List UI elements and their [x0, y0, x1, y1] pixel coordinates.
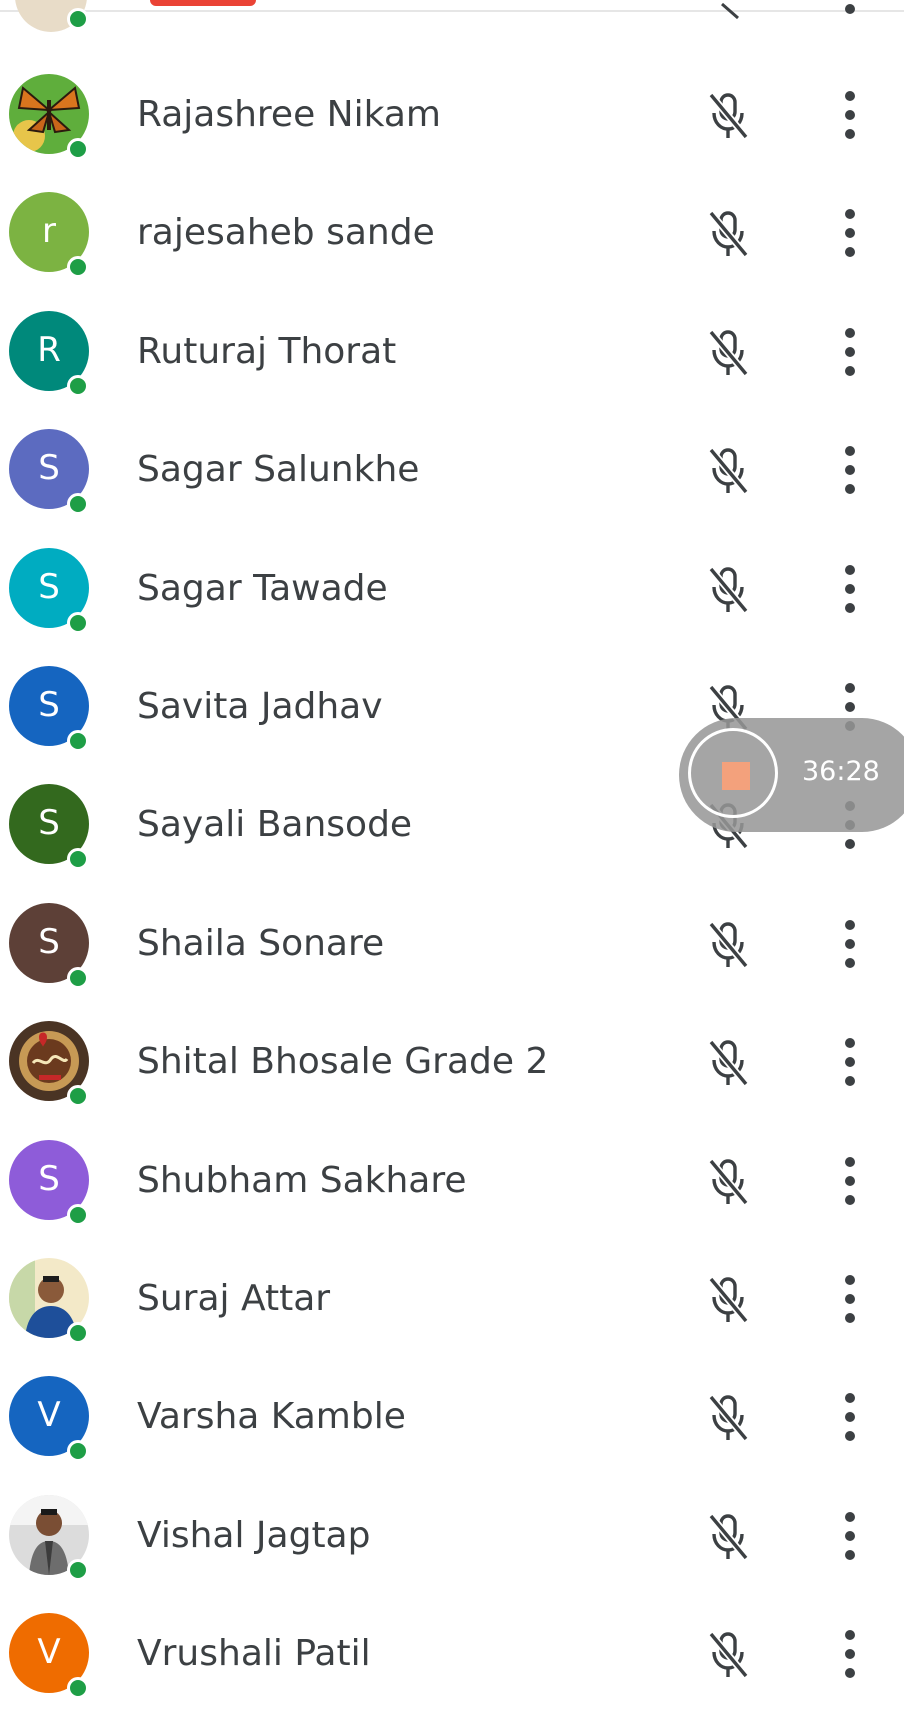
- more-options-icon[interactable]: [832, 1508, 868, 1564]
- more-options-icon[interactable]: [832, 1389, 868, 1445]
- more-options-icon[interactable]: [832, 916, 868, 972]
- mic-off-icon[interactable]: [704, 918, 754, 972]
- online-status-dot: [67, 138, 89, 160]
- participant-name: Shubham Sakhare: [137, 1160, 467, 1201]
- mic-off-icon[interactable]: [704, 1155, 754, 1209]
- participant-row[interactable]: Rajashree Nikam: [0, 55, 904, 173]
- mic-off-icon[interactable]: [704, 1036, 754, 1090]
- participant-row[interactable]: Vishal Jagtap: [0, 1476, 904, 1594]
- online-status-dot: [67, 612, 89, 634]
- participant-name: Shital Bhosale Grade 2: [137, 1041, 549, 1082]
- participant-name: Vrushali Patil: [137, 1633, 371, 1674]
- more-options-icon[interactable]: [832, 87, 868, 143]
- participant-name: Sayali Bansode: [137, 804, 413, 845]
- mic-off-icon[interactable]: [704, 1273, 754, 1327]
- participant-row[interactable]: S Sagar Salunkhe: [0, 410, 904, 528]
- participant-name: Shaila Sonare: [137, 923, 385, 964]
- more-options-icon[interactable]: [832, 1153, 868, 1209]
- mic-off-icon[interactable]: [704, 326, 754, 380]
- online-status-dot: [67, 967, 89, 989]
- online-status-dot: [67, 1677, 89, 1699]
- online-status-dot: [67, 375, 89, 397]
- online-status-dot: [67, 1559, 89, 1581]
- mic-off-icon[interactable]: [704, 1510, 754, 1564]
- recording-timer: 36:28: [802, 756, 880, 787]
- participant-name: Ruturaj Thorat: [137, 331, 397, 372]
- participant-name: Vishal Jagtap: [137, 1515, 371, 1556]
- mic-off-icon[interactable]: [704, 207, 754, 261]
- online-status-dot: [67, 1204, 89, 1226]
- participant-name: Rajashree Nikam: [137, 94, 441, 135]
- more-options-icon[interactable]: [832, 1034, 868, 1090]
- online-status-dot: [67, 1440, 89, 1462]
- mic-off-icon[interactable]: [704, 444, 754, 498]
- participant-name: Suraj Attar: [137, 1278, 331, 1319]
- mic-off-icon[interactable]: [704, 1628, 754, 1682]
- participant-row[interactable]: V Varsha Kamble: [0, 1357, 904, 1475]
- online-status-dot: [67, 848, 89, 870]
- more-options-icon[interactable]: [832, 205, 868, 261]
- stop-icon: [722, 762, 750, 790]
- participant-row[interactable]: Shital Bhosale Grade 2: [0, 1002, 904, 1120]
- recording-indicator[interactable]: 36:28: [679, 718, 904, 832]
- participant-row[interactable]: R Ruturaj Thorat: [0, 292, 904, 410]
- mic-off-icon[interactable]: [704, 1391, 754, 1445]
- participant-row[interactable]: S Sagar Tawade: [0, 529, 904, 647]
- participant-row[interactable]: V Vrushali Patil: [0, 1594, 904, 1712]
- participant-row[interactable]: Suraj Attar: [0, 1239, 904, 1357]
- participant-name: Sagar Salunkhe: [137, 449, 420, 490]
- mic-off-icon[interactable]: [704, 563, 754, 617]
- more-options-icon[interactable]: [832, 324, 868, 380]
- online-status-dot: [67, 1322, 89, 1344]
- online-status-dot: [67, 256, 89, 278]
- participant-row[interactable]: S Shaila Sonare: [0, 884, 904, 1002]
- participant-list: Rajashree Nikam r rajesaheb sande R Ruturaj …: [0, 0, 904, 1699]
- stop-recording-button[interactable]: [688, 728, 778, 818]
- more-options-icon[interactable]: [832, 1271, 868, 1327]
- online-status-dot: [67, 1085, 89, 1107]
- more-options-icon[interactable]: [832, 561, 868, 617]
- mic-off-icon[interactable]: [704, 89, 754, 143]
- participant-name: Varsha Kamble: [137, 1396, 406, 1437]
- participant-row[interactable]: r rajesaheb sande: [0, 173, 904, 291]
- more-options-icon[interactable]: [832, 442, 868, 498]
- participant-row[interactable]: S Shubham Sakhare: [0, 1121, 904, 1239]
- participant-name: rajesaheb sande: [137, 212, 435, 253]
- participant-name: Sagar Tawade: [137, 568, 388, 609]
- more-options-icon[interactable]: [832, 1626, 868, 1682]
- participant-name: Savita Jadhav: [137, 686, 383, 727]
- online-status-dot: [67, 493, 89, 515]
- online-status-dot: [67, 730, 89, 752]
